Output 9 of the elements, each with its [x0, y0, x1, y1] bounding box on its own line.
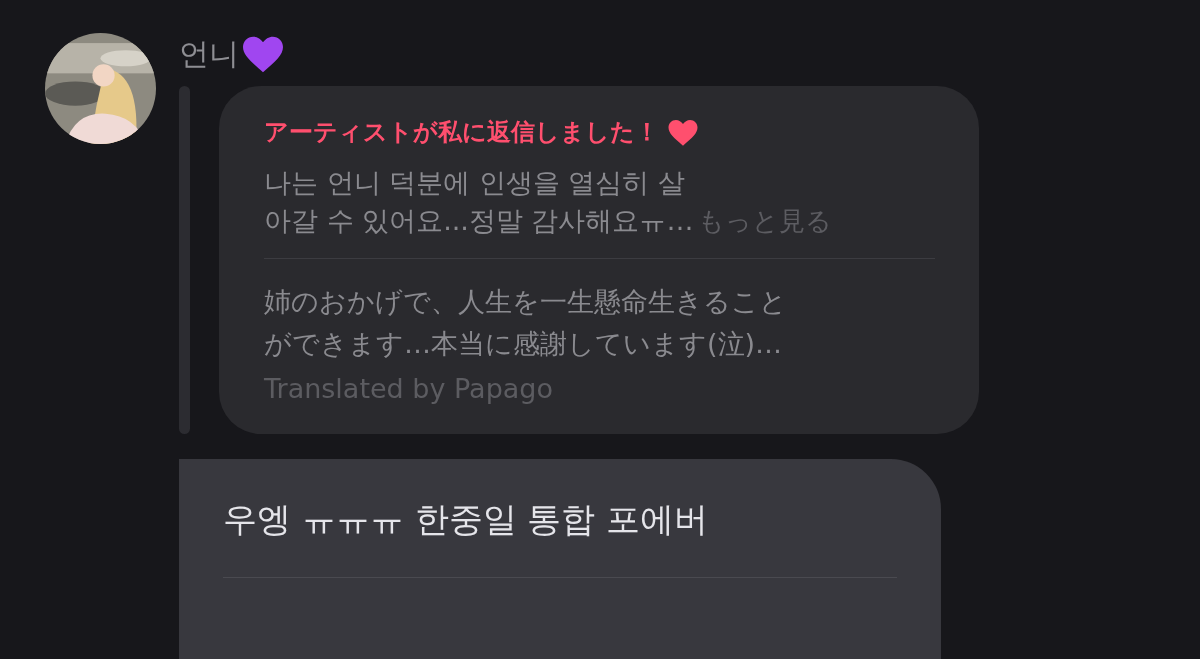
- heart-icon: [667, 117, 699, 147]
- sender-name: 언니: [179, 34, 239, 73]
- message-text: 아갈 수 있어요...정말 감사해요ㅠ…: [264, 204, 694, 238]
- message-text: 나는 언니 덕분에 인생을 열심히 살: [264, 166, 685, 200]
- translated-text: 姉のおかげで、人生を一生懸命生きること: [264, 285, 788, 319]
- reply-text: 우엥 ㅠㅠㅠ 한중일 통합 포에버: [223, 498, 710, 541]
- heart-icon: [241, 34, 285, 74]
- translated-text: ができます…本当に感謝しています(泣)…: [264, 327, 784, 361]
- reply-notice: アーティストが私に返信しました！: [264, 117, 659, 148]
